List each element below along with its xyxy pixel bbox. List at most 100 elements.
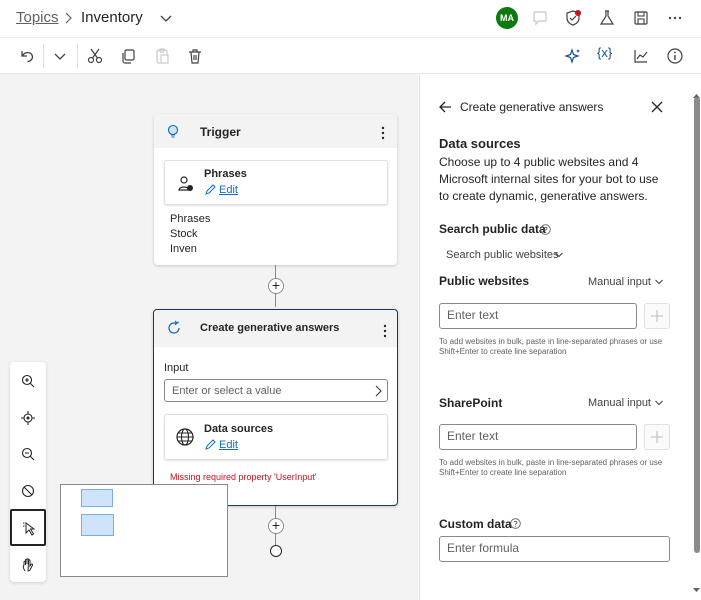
canvas-toolbar: {x}	[0, 37, 701, 74]
edit-data-sources-link[interactable]: Edit	[219, 439, 238, 451]
add-sharepoint-button[interactable]	[644, 424, 670, 450]
top-bar: Topics Inventory MA	[0, 0, 701, 36]
topic-menu-chevron-icon[interactable]	[159, 11, 173, 25]
cut-icon[interactable]	[86, 47, 104, 65]
search-public-data-label: Search public data	[439, 222, 546, 236]
breadcrumb-current-topic: Inventory	[81, 9, 143, 26]
custom-data-formula-input[interactable]: Enter formula	[439, 536, 670, 562]
minimap-toggle-button[interactable]	[10, 473, 46, 509]
edit-pencil-icon	[205, 184, 216, 195]
public-websites-help: To add websites in bulk, paste in line-s…	[439, 337, 663, 356]
generative-refresh-icon	[166, 320, 182, 336]
zoom-out-icon	[21, 447, 35, 461]
phrase-item: Stock	[170, 228, 198, 240]
gen-node-more-icon[interactable]	[382, 324, 388, 338]
data-sources-card[interactable]: Data sources Edit	[164, 414, 388, 460]
help-info-icon[interactable]	[540, 224, 551, 235]
select-tool-button[interactable]	[10, 509, 46, 546]
breadcrumb-separator-icon	[63, 12, 73, 24]
chevron-down-icon[interactable]	[654, 398, 664, 408]
panel-scrollbar-thumb[interactable]	[694, 97, 700, 553]
test-flask-icon[interactable]	[598, 9, 616, 27]
zoom-in-button[interactable]	[10, 363, 46, 399]
add-public-website-button[interactable]	[644, 303, 670, 329]
data-sources-heading: Data sources	[439, 136, 521, 151]
zoom-in-icon	[21, 374, 35, 388]
phrases-heading: Phrases	[170, 213, 211, 225]
trigger-node-title: Trigger	[200, 125, 241, 139]
public-websites-placeholder: Enter text	[447, 308, 499, 322]
sharepoint-label: SharePoint	[439, 396, 503, 410]
properties-panel: Create generative answers Data sources C…	[419, 74, 701, 600]
user-avatar[interactable]: MA	[496, 7, 518, 29]
lightbulb-icon	[166, 124, 180, 138]
public-websites-input[interactable]: Enter text	[439, 303, 637, 329]
breadcrumb-topics-link[interactable]: Topics	[16, 9, 59, 26]
delete-icon[interactable]	[186, 47, 204, 65]
close-icon[interactable]	[650, 100, 664, 114]
back-arrow-icon[interactable]	[438, 100, 452, 114]
chevron-right-icon	[373, 385, 383, 397]
undo-options-chevron-icon[interactable]	[53, 47, 67, 65]
chevron-down-icon[interactable]	[554, 250, 564, 260]
topic-checker-icon[interactable]	[564, 9, 582, 27]
save-icon[interactable]	[632, 9, 650, 27]
data-sources-description: Choose up to 4 public websites and 4 Mic…	[439, 155, 659, 203]
hide-minimap-icon	[21, 484, 35, 498]
add-node-button[interactable]: +	[268, 518, 284, 534]
sharepoint-mode-dropdown[interactable]: Manual input	[588, 397, 651, 409]
canvas-tools-panel	[10, 362, 46, 582]
comment-icon[interactable]	[531, 9, 549, 27]
pointer-select-icon	[23, 522, 36, 536]
plus-icon	[651, 310, 663, 322]
add-node-button[interactable]: +	[268, 278, 284, 294]
undo-icon[interactable]	[18, 47, 36, 65]
phrases-card[interactable]: Phrases Edit	[164, 160, 388, 205]
globe-icon	[175, 427, 195, 447]
zoom-out-button[interactable]	[10, 436, 46, 472]
canvas-minimap[interactable]	[60, 484, 228, 577]
trigger-node[interactable]: Trigger Phrases Edit Phrases Stock Inven	[154, 114, 397, 265]
authoring-canvas[interactable]: Trigger Phrases Edit Phrases Stock Inven…	[0, 74, 418, 600]
edit-pencil-icon	[205, 439, 216, 450]
sharepoint-help: To add websites in bulk, paste in line-s…	[439, 458, 663, 477]
variables-icon[interactable]: {x}	[597, 45, 612, 60]
panel-title: Create generative answers	[460, 100, 604, 114]
gen-node-title: Create generative answers	[200, 322, 340, 334]
end-node	[270, 545, 282, 557]
sparkle-icon[interactable]	[564, 47, 582, 65]
chevron-down-icon[interactable]	[654, 277, 664, 287]
custom-data-placeholder: Enter formula	[447, 541, 520, 555]
scroll-down-icon	[693, 588, 700, 592]
sharepoint-input[interactable]: Enter text	[439, 424, 637, 450]
input-label: Input	[164, 362, 189, 374]
toolbar-divider	[43, 44, 44, 68]
trigger-node-header	[154, 114, 397, 148]
pan-tool-button[interactable]	[10, 547, 46, 583]
copy-icon[interactable]	[119, 47, 137, 65]
public-websites-label: Public websites	[439, 274, 530, 288]
validation-error: Missing required property 'UserInput'	[170, 472, 317, 482]
minimap-trigger-node	[81, 489, 113, 507]
target-icon	[21, 411, 35, 425]
phrase-item: Inven	[170, 243, 197, 255]
public-websites-mode-dropdown[interactable]: Manual input	[588, 276, 651, 288]
recenter-button[interactable]	[10, 400, 46, 436]
minimap-gen-node	[81, 514, 114, 536]
custom-data-label: Custom data	[439, 517, 512, 531]
search-public-websites-dropdown[interactable]: Search public websites	[446, 249, 559, 261]
sharepoint-placeholder: Enter text	[447, 429, 499, 443]
trigger-more-icon[interactable]	[380, 126, 386, 140]
generative-answers-node[interactable]: Create generative answers Input Enter or…	[153, 309, 398, 506]
plus-icon	[651, 431, 663, 443]
help-info-icon[interactable]	[510, 518, 521, 529]
phrases-card-title: Phrases	[204, 168, 247, 180]
data-sources-card-title: Data sources	[204, 423, 274, 435]
paste-icon[interactable]	[153, 47, 171, 65]
input-value-field[interactable]: Enter or select a value	[164, 379, 388, 402]
input-placeholder: Enter or select a value	[172, 385, 282, 397]
analytics-icon[interactable]	[632, 47, 650, 65]
edit-phrases-link[interactable]: Edit	[219, 184, 238, 196]
info-icon[interactable]	[666, 47, 684, 65]
more-options-icon[interactable]	[666, 9, 684, 27]
